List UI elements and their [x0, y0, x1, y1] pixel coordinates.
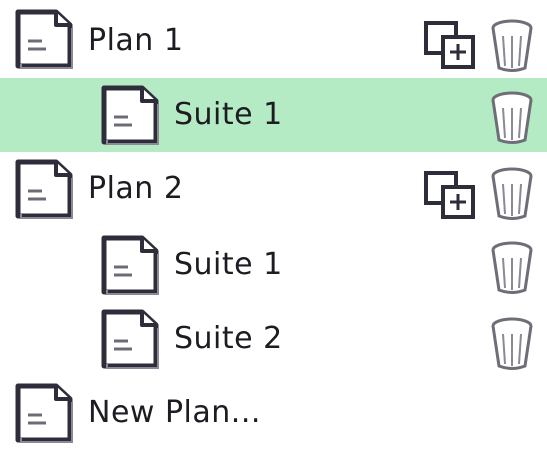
document-icon — [98, 84, 164, 148]
copy-add-icon[interactable] — [423, 20, 479, 70]
trash-icon[interactable] — [489, 240, 535, 296]
plan-tree: Plan 1 Suite 1 Plan 2 Suite 1 Suite 2 Ne… — [0, 0, 547, 451]
document-icon — [98, 234, 164, 298]
tree-row-suite-2[interactable]: Suite 2 — [0, 302, 547, 376]
trash-icon[interactable] — [489, 316, 535, 372]
document-icon — [12, 382, 78, 446]
tree-row-suite-1[interactable]: Suite 1 — [0, 228, 547, 302]
new-plan-link[interactable]: New Plan... — [88, 394, 261, 432]
document-icon — [12, 8, 78, 72]
document-icon — [12, 158, 78, 222]
tree-item-label: Suite 1 — [174, 97, 283, 132]
tree-item-label: Plan 1 — [88, 23, 184, 58]
tree-row-new-plan[interactable]: New Plan... — [0, 376, 547, 450]
tree-item-label: Suite 1 — [174, 247, 283, 282]
document-icon — [98, 308, 164, 372]
tree-row-suite-1-selected[interactable]: Suite 1 — [0, 78, 547, 152]
copy-add-icon[interactable] — [423, 170, 479, 220]
trash-icon[interactable] — [489, 90, 535, 146]
tree-item-label: Plan 2 — [88, 171, 184, 206]
tree-row-plan-1[interactable]: Plan 1 — [0, 4, 547, 78]
trash-icon[interactable] — [489, 166, 535, 222]
trash-icon[interactable] — [489, 18, 535, 74]
tree-row-plan-2[interactable]: Plan 2 — [0, 152, 547, 226]
tree-item-label: Suite 2 — [174, 321, 283, 356]
